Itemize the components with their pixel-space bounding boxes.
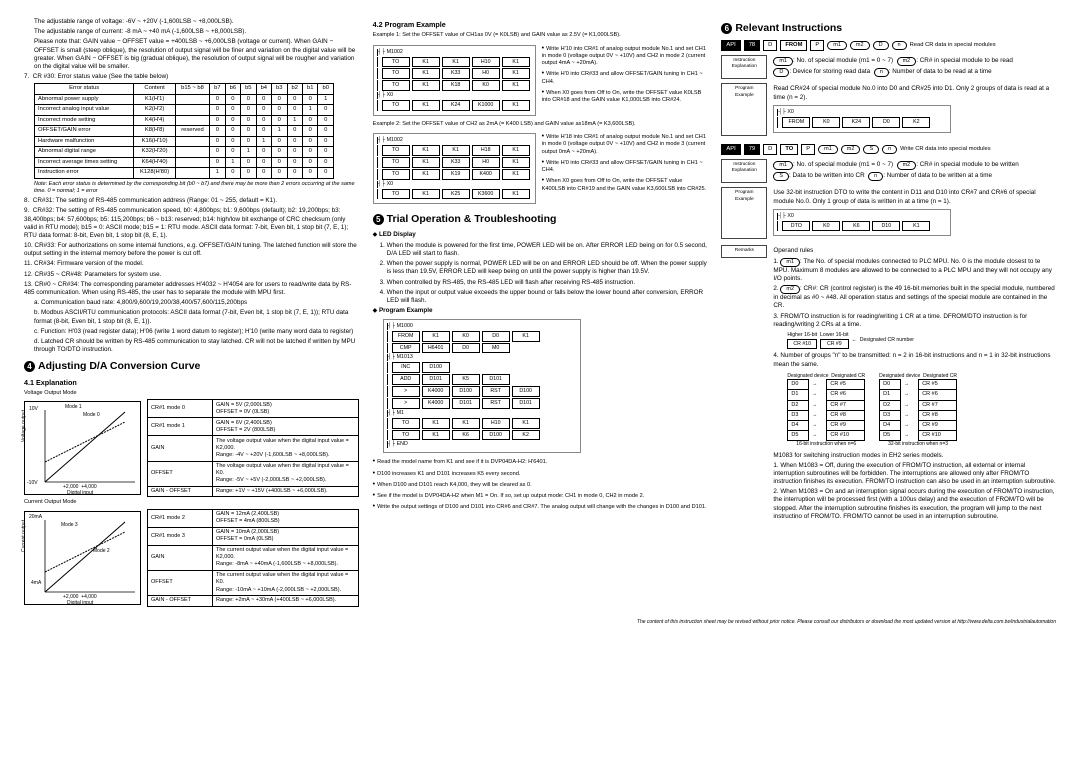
current-mode-label: Current Output Mode	[24, 499, 359, 506]
cr0-34: 13. CR#0 ~ CR#34: The corresponding para…	[24, 281, 359, 297]
remarks-label: Remarks	[721, 245, 767, 257]
adj-range-volt: The adjustable range of voltage: -6V ~ +…	[24, 18, 359, 26]
example1-intro: Example 1: Set the OFFSET value of CH1as…	[373, 32, 708, 39]
ex79-text: Use 32-bit instruction DTO to write the …	[773, 189, 1056, 205]
ex79-ladder: ┤├ X0DTOK0K6D10K1	[773, 209, 951, 237]
sub-c: c. Function: H'03 (read register data); …	[24, 328, 359, 336]
instruction-explanation-label: Instruction Explanation	[721, 55, 767, 79]
led-display-list: When the module is powered for the first…	[373, 242, 708, 305]
voltage-param-table: CR#1 mode 0GAIN = 5V (2,000LSB) OFFSET =…	[147, 399, 359, 497]
op78-m1: m1: No. of special module (m1 = 0 ~ 7) m…	[773, 57, 1056, 66]
cr30-desc: 7. CR #30: Error status value (See the t…	[24, 73, 359, 81]
oprule-1: 1. m1: The No. of special modules connec…	[773, 258, 1056, 283]
error-status-table: Error statusContentb15 ~ b8b7b6b5b4b3b2b…	[34, 83, 334, 179]
program-example-head: Program Example	[373, 307, 708, 316]
voltage-chart: Mode 1 Mode 0 10V -10V +2,000 +4,000 Dig…	[24, 401, 141, 495]
cr32: 9. CR#32: The setting of RS-485 communic…	[24, 207, 359, 240]
reg-table-32bit: Designated device Designated CR D0→CR #5…	[879, 373, 957, 448]
cr35-48: 12. CR#35 ~ CR#48: Parameters for system…	[24, 271, 359, 279]
m1083-2: 2. When M1083 = On and an interruption s…	[773, 488, 1056, 521]
footer-disclaimer: The content of this instruction sheet ma…	[24, 619, 1056, 626]
cr31: 8. CR#31: The setting of RS-485 communic…	[24, 197, 359, 205]
program-example-ladder: ┤├ M1000FROMK1K0D0K1CMPH6401D0M0┤├ M1013…	[383, 319, 581, 454]
program-example-label-2: Program Example	[721, 187, 767, 239]
cr-hi-lo-diagram: Higher 16-bitCR #10 Lower 16-bitCR #9 ←D…	[787, 332, 1056, 350]
instruction-explanation-label-2: Instruction Explanation	[721, 159, 767, 183]
example2-ladder: ┤├ M1002TOK1K1H18K1TOK1K33H0K1TOK1K19K40…	[373, 133, 536, 204]
program-example-label: Program Example	[721, 83, 767, 135]
api-78-header: API 78 D FROM P m1m2Dn Read CR data in s…	[721, 40, 1056, 52]
adj-range-curr: The adjustable range of current: -8 mA ~…	[24, 28, 359, 36]
example1-ladder: ┤├ M1002TOK1K1H10K1TOK1K33H0K1TOK1K18K0K…	[373, 45, 536, 116]
oprule-3: 3. FROM/TO instruction is for reading/wr…	[773, 313, 1056, 329]
voltage-mode-label: Voltage Output Mode	[24, 390, 359, 397]
op79-s: S: Data to be written into CR n: Number …	[773, 172, 1056, 181]
oprule-4: 4. Number of groups "n" to be transmitte…	[773, 352, 1056, 368]
api-79-header: API 79 D TO P m1m2Sn Write CR data into …	[721, 144, 1056, 156]
oprule-2: 2. m2: CR#: CR (control register) is the…	[773, 285, 1056, 310]
op78-d: D: Device for storing read data n: Numbe…	[773, 68, 1056, 77]
section-4-title: 4Adjusting D/A Conversion Curve	[24, 360, 359, 374]
ex78-ladder: ┤├ X0FROMK0K24D0K2	[773, 105, 951, 133]
reg-table-16bit: Designated device Designated CR D0→CR #5…	[787, 373, 865, 448]
example2-intro: Example 2: Set the OFFSET value of CH2 a…	[373, 121, 708, 128]
op79-m1: m1: No. of special module (m1 = 0 ~ 7) m…	[773, 161, 1056, 170]
led-display-head: LED Display	[373, 231, 708, 240]
current-chart: 20mA Mode 3 Mode 2 4mA +2,000 +4,000 Dig…	[24, 511, 141, 605]
current-param-table: CR#1 mode 2GAIN = 12mA (2,400LSB) OFFSET…	[147, 509, 359, 607]
operand-rules-head: Operand rules	[773, 247, 1056, 255]
ex78-text: Read CR#24 of special module No.0 into D…	[773, 85, 1056, 101]
m1083-1: 1. When M1083 = Off, during the executio…	[773, 462, 1056, 487]
err-table-note: Note: Each error status is determined by…	[24, 181, 359, 195]
section-4-2: 4.2 Program Example	[373, 20, 708, 29]
sub-b: b. Modbus ASCII/RTU communication protoc…	[24, 309, 359, 325]
cr33: 10. CR#33: For authorizations on some in…	[24, 242, 359, 258]
sub-a: a. Communication baud rate: 4,800/9,600/…	[24, 299, 359, 307]
gain-offset-note: Please note that: GAIN value − OFFSET va…	[24, 38, 359, 71]
sub-d: d. Latched CR should be written by RS-48…	[24, 338, 359, 354]
cr34: 11. CR#34: Firmware version of the model…	[24, 260, 359, 268]
section-4-1: 4.1 Explanation	[24, 378, 359, 387]
section-5-title: 5Trial Operation & Troubleshooting	[373, 213, 708, 227]
section-6-title: 6Relevant Instructions	[721, 22, 1056, 36]
m1083-head: M1083 for switching instruction modes in…	[773, 452, 1056, 460]
